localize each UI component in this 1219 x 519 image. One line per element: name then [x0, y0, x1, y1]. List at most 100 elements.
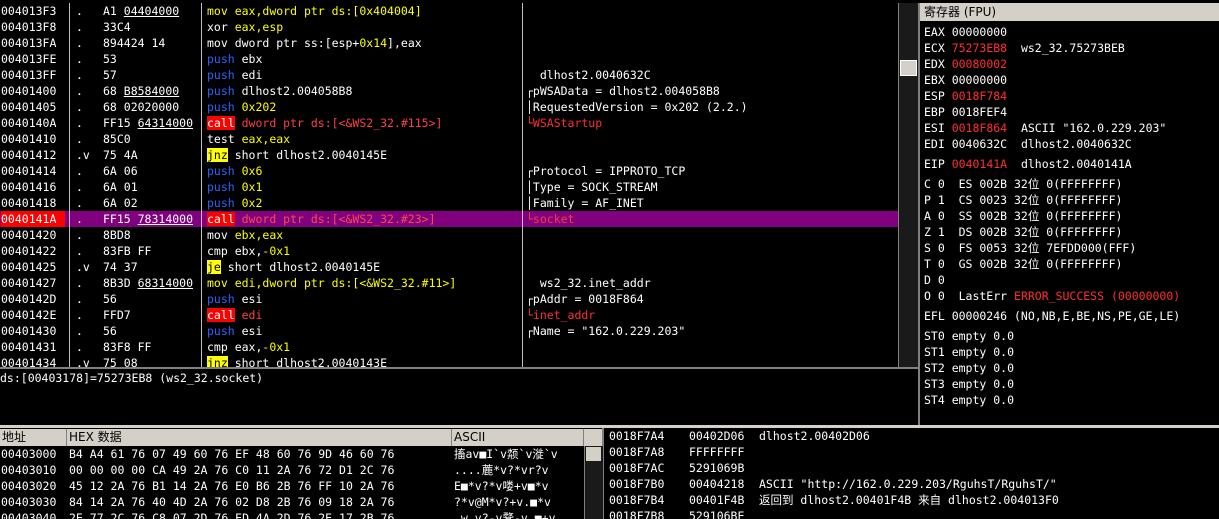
instruction-bytes: 74 37	[103, 260, 138, 274]
register-esp[interactable]: ESP 0018F784	[924, 88, 1007, 104]
fpu-register[interactable]: ST3 empty 0.0	[924, 376, 1014, 392]
pane-divider[interactable]	[0, 425, 1219, 428]
relocated-bytes: 68314000	[137, 276, 194, 290]
disasm-row[interactable]: 0040141A. FF15 78314000 call dword ptr ds:…	[0, 211, 898, 227]
last-error-row[interactable]: O 0 LastErr ERROR_SUCCESS (00000000)	[924, 288, 1180, 304]
stack-address: 0018F7A4	[609, 429, 665, 443]
stack-comment: dlhost2.00402D06	[759, 429, 870, 443]
instruction-bytes: 8B3D 68314000	[103, 276, 194, 290]
disasm-row[interactable]: 00401414. 6A 06 push 0x6 ┌Protocol = IPPROT…	[0, 163, 898, 179]
stack-row[interactable]: 0018F7A8 FFFFFFFF	[604, 444, 1219, 460]
instruction-text: jnz short dlhost2.0040143E	[207, 355, 521, 367]
disasm-row[interactable]: 00401412 .v 75 4A jnz short dlhost2.0040145…	[0, 147, 898, 163]
dump-row[interactable]: 00403040 2E 77 2C 76 C8 07 2D 76 ED 4A 2D…	[0, 510, 584, 519]
disasm-row[interactable]: 00401418. 6A 02 push 0x2 │Family = AF_INET	[0, 195, 898, 211]
stack-address: 0018F7A8	[609, 445, 665, 459]
instruction-comment: ┌Name = "162.0.229.203"	[526, 324, 686, 338]
register-value: 0018F784	[951, 89, 1008, 103]
dump-header-hex[interactable]: HEX 数据	[67, 429, 452, 446]
stack-address: 0018F7AC	[609, 461, 665, 475]
flag-segment-row[interactable]: T 0 GS 002B 32位 0(FFFFFFFF)	[924, 256, 1122, 272]
disasm-row[interactable]: 004013FF. 57 push edi dlhost2.0040632C	[0, 67, 898, 83]
scroll-thumb[interactable]	[900, 60, 917, 76]
instruction-address: 004013FA	[1, 36, 57, 50]
disasm-row[interactable]: 004013F3. A1 04404000 mov eax,dword ptr ds…	[0, 3, 898, 19]
disasm-row[interactable]: 00401427. 8B3D 68314000 mov edi,dword ptr …	[0, 275, 898, 291]
mnemonic: push	[207, 196, 235, 210]
dump-header-ascii[interactable]: ASCII	[452, 429, 584, 446]
register-esi[interactable]: ESI 0018F864 ASCII "162.0.229.203"	[924, 120, 1166, 136]
register-ecx[interactable]: ECX 75273EB8 ws2_32.75273BEB	[924, 40, 1125, 56]
pane-divider[interactable]	[0, 367, 918, 369]
instruction-text: mov edi,dword ptr ds:[<&WS2_32.#11>]	[207, 275, 521, 291]
disasm-row[interactable]: 00401431. 83F8 FF cmp eax,-0x1	[0, 339, 898, 355]
register-ebx[interactable]: EBX 00000000	[924, 72, 1007, 88]
scroll-thumb[interactable]	[586, 447, 601, 461]
disasm-row[interactable]: 00401434 .v 75 08 jnz short dlhost2.0040143…	[0, 355, 898, 367]
stack-comment: ASCII "http://162.0.229.203/RguhsT/Rguhs…	[759, 477, 1057, 491]
fpu-register[interactable]: ST4 empty 0.0	[924, 392, 1014, 408]
disasm-row[interactable]: 00401422. 83FB FF cmp ebx,-0x1	[0, 243, 898, 259]
disasm-row[interactable]: 00401400. 68 B8584000 push dlhost2.004058B…	[0, 83, 898, 99]
register-eip[interactable]: EIP 0040141A dlhost2.0040141A	[924, 156, 1132, 172]
register-edx[interactable]: EDX 00080002	[924, 56, 1007, 72]
eflags-row[interactable]: EFL 00000246 (NO,NB,E,BE,NS,PE,GE,LE)	[924, 308, 1180, 324]
mnemonic: push	[207, 164, 235, 178]
stack-row[interactable]: 0018F7AC 5291069B	[604, 460, 1219, 476]
dump-row[interactable]: 00403020 45 12 2A 76 B1 14 2A 76 E0 B6 2B…	[0, 478, 584, 494]
dump-scrollbar[interactable]	[584, 446, 603, 519]
instruction-text: push esi	[207, 291, 521, 307]
register-eax[interactable]: EAX 00000000	[924, 24, 1007, 40]
disasm-row[interactable]: 00401405. 68 02020000 push 0x202 │Requested…	[0, 99, 898, 115]
instruction-text: push dlhost2.004058B8	[207, 83, 521, 99]
disasm-row[interactable]: 00401410. 85C0 test eax,eax	[0, 131, 898, 147]
fpu-register[interactable]: ST1 empty 0.0	[924, 344, 1014, 360]
stack-value: 00402D06	[689, 429, 745, 443]
disassembly-pane[interactable]: 004013F3. A1 04404000 mov eax,dword ptr ds…	[0, 3, 898, 367]
disasm-row[interactable]: 004013F8. 33C4 xor eax,esp	[0, 19, 898, 35]
pane-divider[interactable]	[918, 3, 920, 427]
instruction-text: push ebx	[207, 51, 521, 67]
fpu-register[interactable]: ST2 empty 0.0	[924, 360, 1014, 376]
disasm-row[interactable]: 00401425 .v 74 37 je short dlhost2.0040145E	[0, 259, 898, 275]
operands: 0x2	[234, 196, 263, 210]
disasm-row[interactable]: 00401416. 6A 01 push 0x1 │Type = SOCK_STREA…	[0, 179, 898, 195]
disasm-row[interactable]: 0040140A. FF15 64314000 call dword ptr ds:…	[0, 115, 898, 131]
operands: edi	[234, 68, 263, 82]
dump-row[interactable]: 00403010 00 00 00 00 CA 49 2A 76 C0 11 2A…	[0, 462, 584, 478]
fpu-register[interactable]: ST0 empty 0.0	[924, 328, 1014, 344]
disassembly-scrollbar[interactable]	[898, 3, 918, 367]
disasm-row[interactable]: 00401430. 56 push esi ┌Name = "162.0.229.20…	[0, 323, 898, 339]
stack-row[interactable]: 0018F7A4 00402D06 dlhost2.00402D06	[604, 428, 1219, 444]
flow-marker: .	[76, 164, 83, 178]
disasm-row[interactable]: 004013FA. 894424 14 mov dword ptr ss:[esp+…	[0, 35, 898, 51]
flag-segment-row[interactable]: S 0 FS 0053 32位 7EFDD000(FFF)	[924, 240, 1136, 256]
dump-pane[interactable]: 00403000 B4 A4 61 76 07 49 60 76 EF 48 60…	[0, 446, 584, 519]
instruction-text: push 0x2	[207, 195, 521, 211]
disasm-row[interactable]: 00401420. 8BD8 mov ebx,eax	[0, 227, 898, 243]
dump-header-address[interactable]: 地址	[0, 429, 67, 446]
dump-row[interactable]: 00403030 84 14 2A 76 40 4D 2A 76 02 D8 2B…	[0, 494, 584, 510]
disasm-row[interactable]: 004013FE. 53 push ebx	[0, 51, 898, 67]
disasm-row[interactable]: 0040142D. 56 push esi ┌pAddr = 0018F864	[0, 291, 898, 307]
flag-segment-row[interactable]: A 0 SS 002B 32位 0(FFFFFFFF)	[924, 208, 1122, 224]
registers-pane[interactable]: 寄存器 (FPU) EAX 00000000 ECX 75273EB8 ws2_3…	[920, 3, 1219, 423]
flag-segment-row[interactable]: P 1 CS 0023 32位 0(FFFFFFFF)	[924, 192, 1122, 208]
stack-value: 529106BE	[689, 509, 745, 519]
stack-row[interactable]: 0018F7B4 00401F4B 返回到 dlhost2.00401F4B 来自 …	[604, 492, 1219, 508]
register-edi[interactable]: EDI 0040632C dlhost2.0040632C	[924, 136, 1132, 152]
disasm-row[interactable]: 0040142E. FFD7 call edi └inet_addr	[0, 307, 898, 323]
flag-segment-row[interactable]: D 0	[924, 272, 945, 288]
stack-row[interactable]: 0018F7B8 529106BE	[604, 508, 1219, 519]
dump-address: 00403020	[1, 479, 57, 493]
flag-segment-row[interactable]: Z 1 DS 002B 32位 0(FFFFFFFF)	[924, 224, 1122, 240]
instruction-address: 004013F3	[1, 4, 57, 18]
register-ebp[interactable]: EBP 0018FEF4	[924, 104, 1007, 120]
operands: dlhost2.004058B8	[234, 84, 353, 98]
operands: esi	[234, 324, 263, 338]
stack-row[interactable]: 0018F7B0 00404218 ASCII "http://162.0.229.…	[604, 476, 1219, 492]
dump-row[interactable]: 00403000 B4 A4 61 76 07 49 60 76 EF 48 60…	[0, 446, 584, 462]
mnemonic: push	[207, 324, 235, 338]
register-value: 0018FEF4	[951, 105, 1008, 119]
flag-segment-row[interactable]: C 0 ES 002B 32位 0(FFFFFFFF)	[924, 176, 1122, 192]
